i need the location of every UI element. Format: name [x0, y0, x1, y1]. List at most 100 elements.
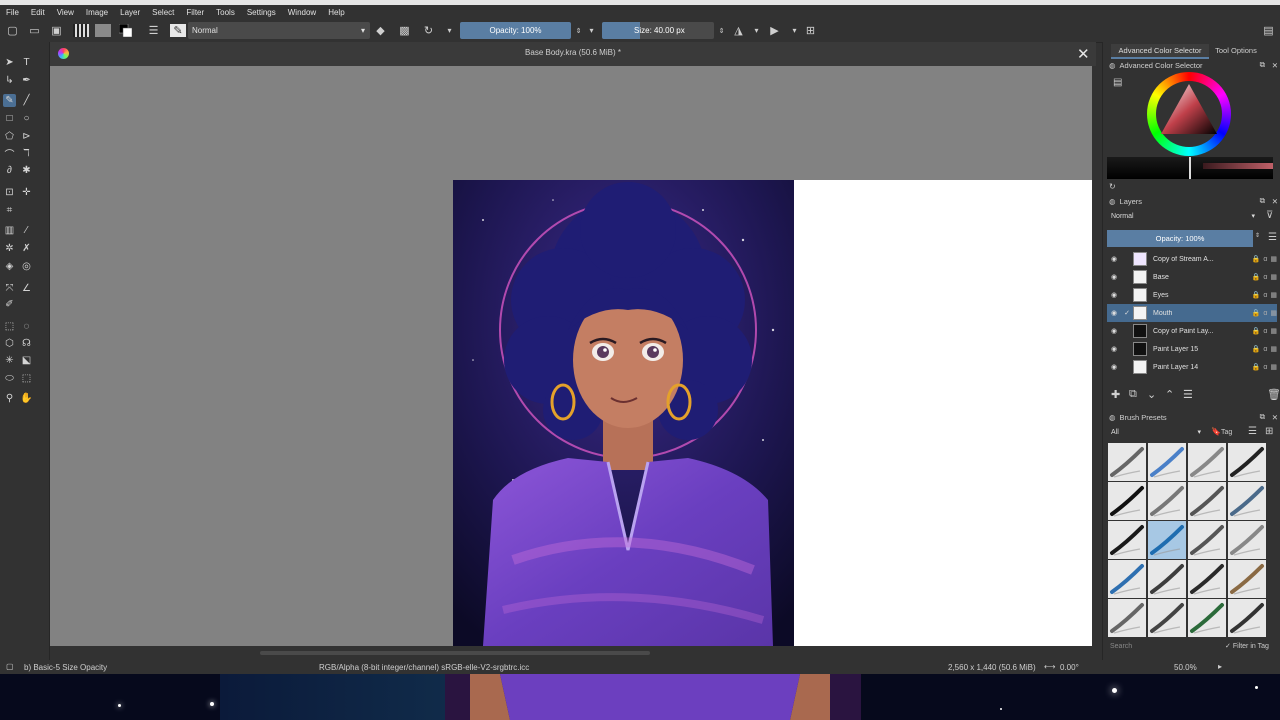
tab-advanced-color-selector[interactable]: Advanced Color Selector: [1111, 44, 1209, 59]
menu-edit[interactable]: Edit: [25, 8, 51, 17]
brush-preset-tile[interactable]: [1188, 599, 1226, 637]
polygon-select-tool-icon[interactable]: ⬡: [3, 337, 16, 350]
lock-icon[interactable]: 🔒: [1252, 345, 1261, 353]
rotation-value[interactable]: 0.00°: [1060, 663, 1079, 672]
menu-select[interactable]: Select: [146, 8, 180, 17]
opacity-slider[interactable]: Opacity: 100%: [460, 22, 571, 39]
brush-preset-tile[interactable]: [1188, 521, 1226, 559]
rect-select-tool-icon[interactable]: ⬚: [3, 320, 16, 333]
chevron-down-icon[interactable]: ▾: [788, 24, 801, 37]
similar-select-tool-icon[interactable]: ⬕: [20, 354, 33, 367]
calligraphy-tool-icon[interactable]: ✒: [20, 74, 33, 87]
layer-row[interactable]: ◉ Eyes 🔒 α ▦: [1107, 286, 1277, 304]
docker-lock-icon[interactable]: ◍: [1109, 197, 1116, 206]
layer-opacity-slider[interactable]: Opacity: 100%: [1107, 230, 1253, 247]
lock-icon[interactable]: 🔒: [1252, 327, 1261, 335]
inherit-alpha-icon[interactable]: ▦: [1270, 363, 1277, 371]
inherit-alpha-icon[interactable]: ▦: [1270, 309, 1277, 317]
freehand-path-tool-icon[interactable]: ℸ: [20, 147, 33, 160]
filter-in-tag-checkbox[interactable]: ✓ Filter in Tag: [1225, 641, 1280, 653]
inherit-alpha-icon[interactable]: ▦: [1270, 291, 1277, 299]
brush-preset-tile[interactable]: [1148, 599, 1186, 637]
color-picker-tool-icon[interactable]: ⁄: [20, 224, 33, 237]
saturation-triangle[interactable]: [1157, 82, 1221, 146]
size-spin-icon[interactable]: ⇕: [715, 24, 728, 37]
enclose-fill-tool-icon[interactable]: ◎: [20, 260, 33, 273]
layer-row[interactable]: ◉ Paint Layer 15 🔒 α ▦: [1107, 340, 1277, 358]
eye-icon[interactable]: ◉: [1107, 345, 1121, 353]
menu-view[interactable]: View: [51, 8, 80, 17]
layer-row[interactable]: ◉ Copy of Paint Lay... 🔒 α ▦: [1107, 322, 1277, 340]
menu-settings[interactable]: Settings: [241, 8, 282, 17]
zoom-slider[interactable]: ▸: [1218, 662, 1222, 671]
dynamic-brush-tool-icon[interactable]: ∂: [3, 164, 16, 177]
brush-preset-tile[interactable]: [1148, 443, 1186, 481]
lock-icon[interactable]: 🔒: [1252, 291, 1261, 299]
brush-preset-tile[interactable]: [1228, 521, 1266, 559]
zoom-level[interactable]: 50.0%: [1174, 663, 1197, 672]
alpha-lock-icon[interactable]: α: [1263, 328, 1267, 335]
menu-layer[interactable]: Layer: [114, 8, 146, 17]
pattern-selector-icon[interactable]: [95, 24, 111, 37]
line-tool-icon[interactable]: ╱: [20, 94, 33, 107]
brush-preset-tile[interactable]: [1108, 443, 1146, 481]
chevron-down-icon[interactable]: ▾: [750, 24, 763, 37]
brush-settings-icon[interactable]: ☰: [147, 24, 160, 37]
save-icon[interactable]: ▣: [50, 24, 63, 37]
eye-icon[interactable]: ◉: [1107, 273, 1121, 281]
blend-mode-select[interactable]: Normal ▾: [188, 22, 370, 39]
alpha-lock-icon[interactable]: α: [1263, 346, 1267, 353]
mirror-vertical-icon[interactable]: ▶: [768, 24, 781, 37]
tag-label[interactable]: Tag: [1221, 429, 1232, 436]
brush-preset-tile[interactable]: [1188, 443, 1226, 481]
menu-file[interactable]: File: [0, 8, 25, 17]
brush-preset-tile[interactable]: [1148, 560, 1186, 598]
eye-icon[interactable]: ◉: [1107, 327, 1121, 335]
freehand-brush-tool-icon[interactable]: ✎: [3, 94, 16, 107]
brush-preset-tile[interactable]: [1148, 482, 1186, 520]
alpha-lock-icon[interactable]: α: [1263, 292, 1267, 299]
zoom-tool-icon[interactable]: ⚲: [3, 392, 16, 405]
close-icon[interactable]: ✕: [1272, 197, 1278, 206]
gradient-tool-icon[interactable]: ▥: [3, 224, 16, 237]
mirror-horizontal-icon[interactable]: ◮: [732, 24, 745, 37]
text-tool-icon[interactable]: T: [20, 56, 33, 69]
close-document-icon[interactable]: ✕: [1077, 45, 1090, 63]
menu-help[interactable]: Help: [322, 8, 350, 17]
inherit-alpha-icon[interactable]: ▦: [1270, 255, 1277, 263]
multibrush-tool-icon[interactable]: ✱: [20, 164, 33, 177]
menu-tools[interactable]: Tools: [210, 8, 241, 17]
magnetic-select-tool-icon[interactable]: ⬚: [20, 372, 33, 385]
select-shapes-tool-icon[interactable]: ➤: [3, 56, 16, 69]
docker-toggle-icon[interactable]: ▤: [1262, 24, 1275, 37]
filter-icon[interactable]: ⊽: [1266, 210, 1273, 221]
bezier-tool-icon[interactable]: ⌒: [3, 147, 16, 161]
close-icon[interactable]: ✕: [1272, 413, 1278, 422]
polyline-tool-icon[interactable]: ⊳: [20, 130, 33, 143]
brush-preset-tile[interactable]: [1188, 482, 1226, 520]
refresh-icon[interactable]: ↻: [1109, 182, 1116, 191]
docker-lock-icon[interactable]: ◍: [1109, 413, 1116, 422]
brush-preset-icon[interactable]: ✎: [170, 24, 186, 37]
docker-lock-icon[interactable]: ◍: [1109, 61, 1116, 70]
rectangle-tool-icon[interactable]: □: [3, 112, 16, 125]
ellipse-select-tool-icon[interactable]: ◌: [20, 320, 33, 333]
open-document-icon[interactable]: ▭: [28, 24, 41, 37]
brush-preset-tile[interactable]: [1228, 599, 1266, 637]
brush-preset-tile[interactable]: [1108, 599, 1146, 637]
move-tool-icon[interactable]: ✛: [20, 186, 33, 199]
color-space-label[interactable]: RGB/Alpha (8-bit integer/channel) sRGB-e…: [319, 663, 529, 672]
brush-preset-tile[interactable]: [1228, 443, 1266, 481]
eye-icon[interactable]: ◉: [1107, 255, 1121, 263]
chevron-down-icon[interactable]: ▾: [585, 24, 598, 37]
layer-row[interactable]: ◉ ✓ Mouth 🔒 α ▦: [1107, 304, 1277, 322]
measure-tool-icon[interactable]: ∠: [20, 282, 33, 295]
polygon-tool-icon[interactable]: ⬠: [3, 130, 16, 143]
gradient-selector-icon[interactable]: [73, 24, 89, 37]
bezier-select-tool-icon[interactable]: ⬭: [3, 372, 16, 385]
brush-preset-tile[interactable]: [1108, 521, 1146, 559]
lock-icon[interactable]: 🔒: [1252, 273, 1261, 281]
colorize-mask-tool-icon[interactable]: ✲: [3, 242, 16, 255]
brush-search-input[interactable]: Search: [1107, 641, 1220, 653]
reload-dropdown-icon[interactable]: ▾: [443, 24, 456, 37]
